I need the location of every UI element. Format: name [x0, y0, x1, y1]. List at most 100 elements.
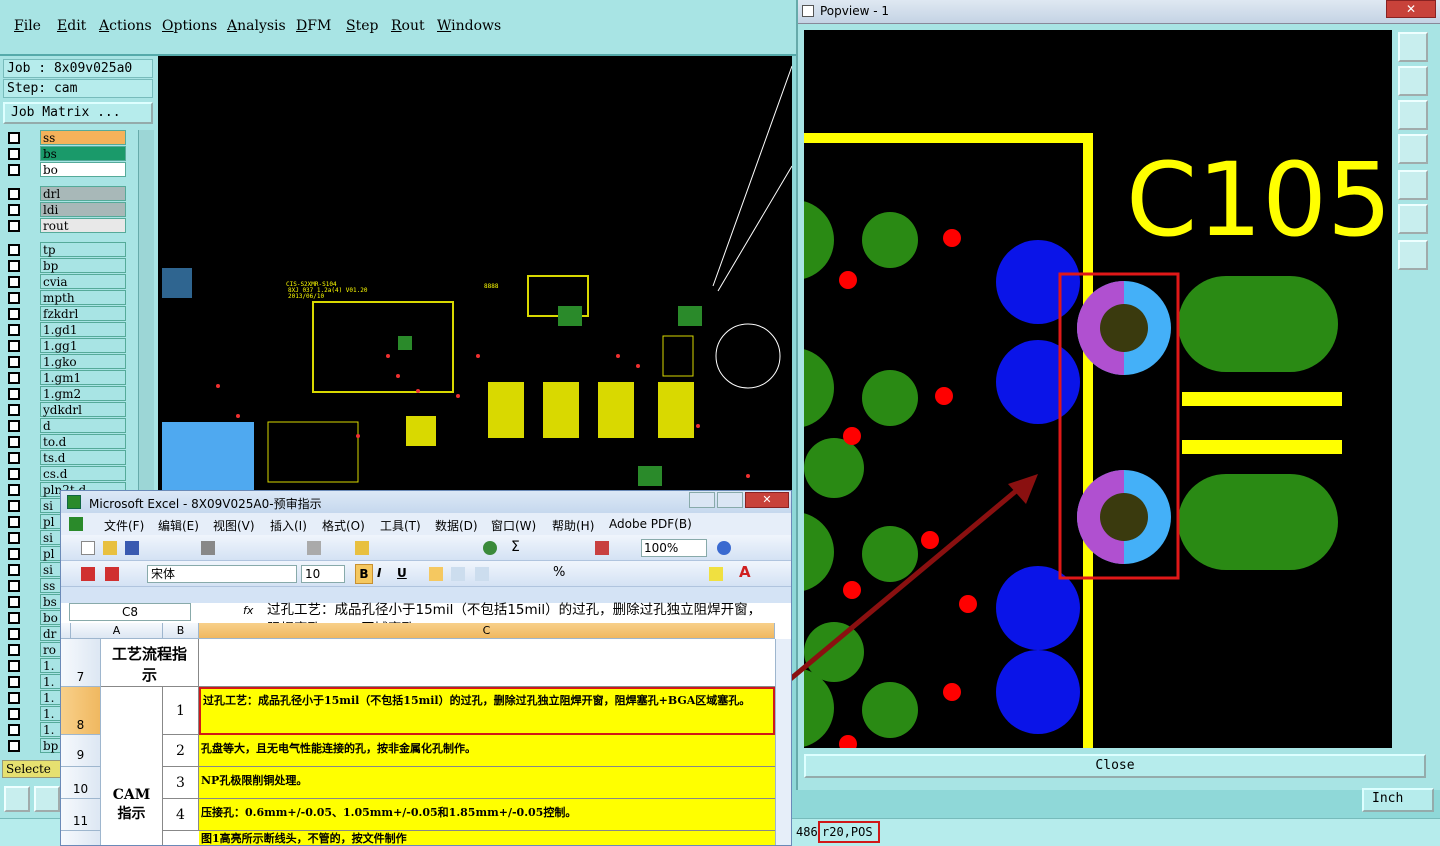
menu-actions[interactable]: Actions	[99, 18, 152, 34]
maximize-icon[interactable]	[717, 492, 743, 508]
layer-row-ss[interactable]: ss	[4, 130, 126, 146]
layer-checkbox[interactable]	[8, 308, 20, 320]
zoom-box[interactable]: 100%	[641, 539, 707, 557]
job-matrix-button[interactable]: Job Matrix ...	[3, 102, 153, 124]
layer-name[interactable]: ss	[40, 130, 126, 145]
cell-c11[interactable]: 压接孔：0.6mm+/-0.05、1.05mm+/-0.05和1.85mm+/-…	[199, 799, 775, 831]
align-right-icon[interactable]	[475, 567, 489, 581]
excel-menu-tools[interactable]: 工具(T)	[380, 517, 421, 534]
selected-cell-c8[interactable]: 过孔工艺：成品孔径小于15mil（不包括15mil）的过孔，删除过孔独立阻焊开窗…	[199, 687, 775, 735]
pdf-email-icon[interactable]	[105, 567, 119, 581]
layer-checkbox[interactable]	[8, 356, 20, 368]
menu-edit[interactable]: Edit	[57, 18, 86, 34]
excel-menu-view[interactable]: 视图(V)	[213, 517, 255, 534]
chart-icon[interactable]	[595, 541, 609, 555]
layer-checkbox[interactable]	[8, 612, 20, 624]
autosum-icon[interactable]: Σ	[511, 539, 520, 555]
layer-row-bp[interactable]: bp	[4, 258, 126, 274]
layer-name[interactable]: 1.gm2	[40, 386, 126, 401]
minimize-icon[interactable]	[689, 492, 715, 508]
help-icon[interactable]	[717, 541, 731, 555]
layer-name[interactable]: d	[40, 418, 126, 433]
excel-close-icon[interactable]: ✕	[745, 492, 789, 508]
align-center-icon[interactable]	[451, 567, 465, 581]
layer-checkbox[interactable]	[8, 708, 20, 720]
zoom-out-icon[interactable]	[1398, 240, 1428, 270]
new-icon[interactable]	[81, 541, 95, 555]
bold-button[interactable]: B	[355, 564, 373, 584]
layer-name[interactable]: mpth	[40, 290, 126, 305]
font-name-box[interactable]: 宋体	[147, 565, 297, 583]
row-header[interactable]	[61, 831, 101, 845]
layer-name[interactable]: 1.gd1	[40, 322, 126, 337]
layer-row-ydkdrl[interactable]: ydkdrl	[4, 402, 126, 418]
print-icon[interactable]	[201, 541, 215, 555]
layer-checkbox[interactable]	[8, 164, 20, 176]
menu-file[interactable]: File	[14, 18, 41, 34]
layer-name[interactable]: cvia	[40, 274, 126, 289]
layer-name[interactable]: 1.gg1	[40, 338, 126, 353]
pan-up-icon[interactable]	[1398, 66, 1428, 96]
menu-dfm[interactable]: DFM	[296, 18, 331, 34]
zoom-tool-button[interactable]	[4, 786, 30, 812]
layer-name[interactable]: drl	[40, 186, 126, 201]
layer-checkbox[interactable]	[8, 188, 20, 200]
layer-name[interactable]: ts.d	[40, 450, 126, 465]
name-box[interactable]: C8	[69, 603, 191, 621]
layer-checkbox[interactable]	[8, 484, 20, 496]
layer-name[interactable]: rout	[40, 218, 126, 233]
layer-checkbox[interactable]	[8, 292, 20, 304]
row-header[interactable]: 10	[61, 767, 101, 799]
measure-tool-button[interactable]	[34, 786, 60, 812]
layer-row-ts-d[interactable]: ts.d	[4, 450, 126, 466]
item-number[interactable]: 4	[163, 799, 199, 831]
cut-icon[interactable]	[307, 541, 321, 555]
menu-windows[interactable]: Windows	[437, 18, 501, 34]
layer-row-1-gko[interactable]: 1.gko	[4, 354, 126, 370]
layer-checkbox[interactable]	[8, 244, 20, 256]
select-all-corner[interactable]	[61, 623, 71, 639]
layer-name[interactable]: cs.d	[40, 466, 126, 481]
pan-down-icon[interactable]	[1398, 100, 1428, 130]
row-header[interactable]: 11	[61, 799, 101, 831]
cell-c9[interactable]: 孔盘等大，且无电气性能连接的孔，按非金属化孔制作。	[199, 735, 775, 767]
excel-menu-edit[interactable]: 编辑(E)	[158, 517, 199, 534]
layer-row-tp[interactable]: tp	[4, 242, 126, 258]
layer-checkbox[interactable]	[8, 404, 20, 416]
excel-menu-adobe[interactable]: Adobe PDF(B)	[609, 517, 692, 531]
item-number[interactable]: 1	[163, 687, 199, 735]
col-header-a[interactable]: A	[71, 623, 163, 639]
cell-c7[interactable]	[199, 639, 775, 687]
layer-name[interactable]: bp	[40, 258, 126, 273]
layer-row-1-gm1[interactable]: 1.gm1	[4, 370, 126, 386]
layer-row-to-d[interactable]: to.d	[4, 434, 126, 450]
popview-close-button[interactable]: Close	[804, 754, 1426, 778]
item-number[interactable]: 2	[163, 735, 199, 767]
excel-menu-help[interactable]: 帮助(H)	[552, 517, 594, 534]
pdf-icon[interactable]	[81, 567, 95, 581]
layer-row-bo[interactable]: bo	[4, 162, 126, 178]
fit-view-icon[interactable]	[1398, 32, 1428, 62]
zoom-in-icon[interactable]	[1398, 204, 1428, 234]
worksheet-grid[interactable]: A B C 7 工艺流程指示 8 CAM指示 1 过孔工艺：成品孔径小于15mi…	[61, 623, 791, 845]
layer-checkbox[interactable]	[8, 564, 20, 576]
menu-step[interactable]: Step	[346, 18, 378, 34]
layer-checkbox[interactable]	[8, 132, 20, 144]
process-header-cell[interactable]: 工艺流程指示	[101, 639, 199, 687]
excel-menu-window[interactable]: 窗口(W)	[491, 517, 536, 534]
layer-row-fzkdrl[interactable]: fzkdrl	[4, 306, 126, 322]
layer-row-bs[interactable]: bs	[4, 146, 126, 162]
layer-name[interactable]: tp	[40, 242, 126, 257]
layer-row-ldi[interactable]: ldi	[4, 202, 126, 218]
layer-row-1-gd1[interactable]: 1.gd1	[4, 322, 126, 338]
underline-button[interactable]: U	[397, 566, 407, 580]
row-header[interactable]: 7	[61, 639, 101, 687]
layer-row-d[interactable]: d	[4, 418, 126, 434]
layer-name[interactable]: ldi	[40, 202, 126, 217]
layer-checkbox[interactable]	[8, 436, 20, 448]
menu-analysis[interactable]: Analysis	[227, 18, 286, 34]
layer-name[interactable]: 1.gm1	[40, 370, 126, 385]
fill-color-icon[interactable]	[709, 567, 723, 581]
layer-checkbox[interactable]	[8, 692, 20, 704]
excel-menu-file[interactable]: 文件(F)	[104, 517, 144, 534]
